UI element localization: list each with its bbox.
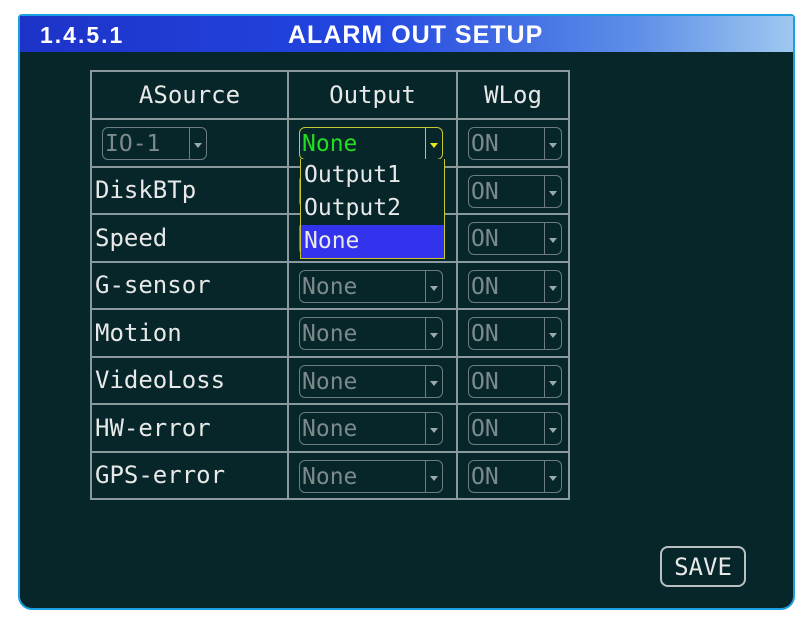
output-dropdown-list: Output1 Output2 None	[300, 159, 445, 259]
table-row: GPS-error None ON	[90, 450, 570, 500]
wlog-value: ON	[471, 178, 499, 205]
wlog-cell: ON	[456, 165, 570, 215]
source-label: VideoLoss	[95, 366, 226, 395]
wlog-select[interactable]: ON	[468, 459, 562, 493]
source-label: HW-error	[95, 413, 211, 442]
output-value: None	[302, 321, 358, 347]
wlog-select[interactable]: ON	[468, 317, 562, 350]
chevron-down-icon	[544, 223, 561, 254]
wlog-value: ON	[471, 368, 499, 395]
wlog-value: ON	[471, 273, 499, 300]
output-cell: None	[287, 308, 458, 358]
title-bar: 1.4.5.1 ALARM OUT SETUP	[20, 16, 793, 52]
source-cell: Motion	[90, 308, 289, 358]
chevron-down-icon	[425, 270, 442, 302]
column-header-asource: ASource	[90, 70, 289, 120]
chevron-down-icon	[544, 270, 561, 302]
wlog-value: ON	[471, 321, 499, 347]
source-select[interactable]: IO-1	[102, 127, 207, 160]
source-label: GPS-error	[95, 461, 226, 490]
output-value: None	[302, 416, 358, 442]
chevron-down-icon	[544, 460, 561, 492]
wlog-cell: ON	[456, 213, 570, 263]
source-label: G-sensor	[95, 271, 211, 300]
wlog-value: ON	[471, 463, 499, 490]
output-value: None	[302, 368, 358, 395]
wlog-cell: ON	[456, 450, 570, 500]
wlog-select[interactable]: ON	[468, 222, 562, 255]
source-cell: Speed	[90, 213, 289, 263]
output-value: None	[302, 273, 358, 300]
output-select[interactable]: None	[299, 459, 443, 493]
column-header-wlog: WLog	[456, 70, 570, 120]
source-cell: G-sensor	[90, 260, 289, 310]
dropdown-option-none[interactable]: None	[301, 225, 444, 258]
output-cell: None	[287, 355, 458, 405]
wlog-value: ON	[471, 131, 499, 157]
dropdown-option-output1[interactable]: Output1	[301, 159, 444, 192]
output-cell: None	[287, 260, 458, 310]
chevron-down-icon	[425, 460, 442, 492]
wlog-select[interactable]: ON	[468, 174, 562, 208]
output-value: None	[302, 131, 358, 157]
chevron-down-icon	[425, 128, 442, 159]
table-row: Motion None ON	[90, 308, 570, 358]
wlog-value: ON	[471, 226, 499, 252]
source-cell: VideoLoss	[90, 355, 289, 405]
alarm-table: ASource Output WLog IO-1 None ON DiskBTp …	[90, 70, 570, 500]
wlog-select[interactable]: ON	[468, 412, 562, 445]
column-header-output: Output	[287, 70, 458, 120]
wlog-select[interactable]: ON	[468, 364, 562, 398]
chevron-down-icon	[544, 175, 561, 207]
source-label: Motion	[95, 318, 182, 347]
wlog-select[interactable]: ON	[468, 269, 562, 303]
output-select[interactable]: None	[299, 269, 443, 303]
output-select[interactable]: None	[299, 364, 443, 398]
source-cell: DiskBTp	[90, 165, 289, 215]
output-cell: None	[287, 403, 458, 453]
source-cell: GPS-error	[90, 450, 289, 500]
wlog-cell: ON	[456, 118, 570, 168]
table-row: VideoLoss None ON	[90, 355, 570, 405]
output-cell: None	[287, 450, 458, 500]
chevron-down-icon	[425, 365, 442, 397]
chevron-down-icon	[425, 413, 442, 444]
chevron-down-icon	[425, 318, 442, 349]
wlog-cell: ON	[456, 308, 570, 358]
source-cell: HW-error	[90, 403, 289, 453]
wlog-cell: ON	[456, 355, 570, 405]
menu-number: 1.4.5.1	[40, 22, 125, 48]
output-value: None	[302, 463, 358, 490]
wlog-cell: ON	[456, 403, 570, 453]
table-row: G-sensor None ON	[90, 260, 570, 310]
dropdown-option-output2[interactable]: Output2	[301, 192, 444, 225]
chevron-down-icon	[544, 413, 561, 444]
save-button[interactable]: SAVE	[660, 546, 746, 587]
wlog-cell: ON	[456, 260, 570, 310]
alarm-out-setup-window: 1.4.5.1 ALARM OUT SETUP ASource Output W…	[18, 14, 795, 610]
source-cell: IO-1	[90, 118, 289, 168]
page-title: ALARM OUT SETUP	[288, 21, 544, 49]
chevron-down-icon	[544, 365, 561, 397]
source-value: IO-1	[105, 131, 161, 157]
source-label: DiskBTp	[95, 176, 197, 205]
source-label: Speed	[95, 223, 168, 252]
wlog-value: ON	[471, 416, 499, 442]
chevron-down-icon	[544, 128, 561, 159]
output-select[interactable]: None	[299, 127, 443, 160]
table-row: HW-error None ON	[90, 403, 570, 453]
wlog-select[interactable]: ON	[468, 127, 562, 160]
output-select[interactable]: None	[299, 412, 443, 445]
chevron-down-icon	[189, 128, 206, 159]
chevron-down-icon	[544, 318, 561, 349]
output-select[interactable]: None	[299, 317, 443, 350]
